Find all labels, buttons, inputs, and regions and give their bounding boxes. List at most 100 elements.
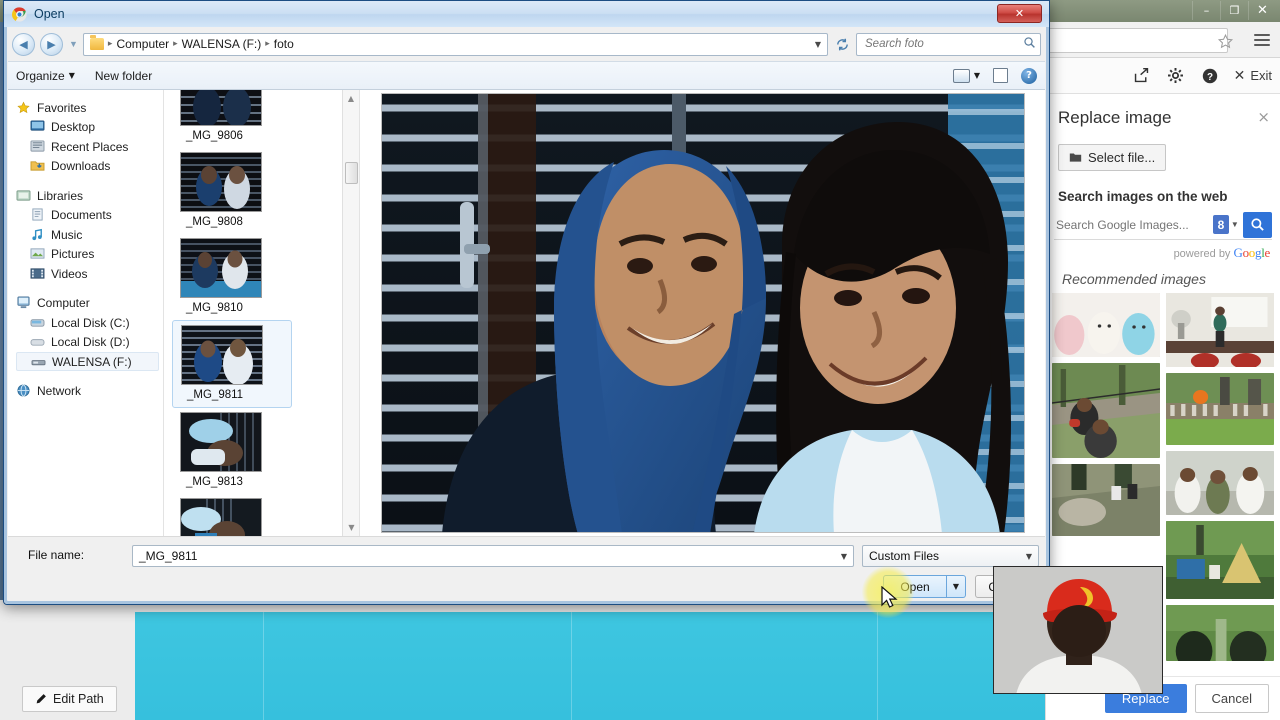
file-list-item[interactable]: _MG_9808 bbox=[164, 148, 342, 234]
breadcrumb-item-folder[interactable]: foto bbox=[274, 37, 294, 51]
gear-icon[interactable] bbox=[1166, 66, 1186, 86]
breadcrumb-item-drive[interactable]: WALENSA (F:) bbox=[182, 37, 262, 51]
recommended-thumbnail[interactable] bbox=[1166, 373, 1274, 445]
sidebar-item-local-disk-d[interactable]: Local Disk (D:) bbox=[8, 333, 163, 353]
folder-icon bbox=[89, 35, 104, 50]
dialog-titlebar: Open ✕ bbox=[4, 1, 1049, 27]
sidebar-item-documents[interactable]: Documents bbox=[8, 206, 163, 226]
app-toolbar: ? ✕ Exit bbox=[1045, 58, 1280, 94]
sidebar-item-walensa-f[interactable]: WALENSA (F:) bbox=[16, 352, 159, 371]
share-icon[interactable] bbox=[1132, 66, 1152, 86]
panel-close-icon[interactable]: × bbox=[1257, 108, 1270, 126]
nav-header-computer[interactable]: Computer bbox=[8, 294, 163, 314]
nav-header-favorites[interactable]: Favorites bbox=[8, 98, 163, 118]
file-name-value: _MG_9811 bbox=[139, 549, 198, 563]
file-list-item[interactable]: _MG_9815 bbox=[164, 494, 342, 536]
minimize-button[interactable]: – bbox=[1192, 1, 1220, 20]
star-icon[interactable] bbox=[1217, 33, 1234, 50]
file-list-pane[interactable]: _MG_9806 _MG_9808 _MG_9810 _MG_9811 _MG_… bbox=[164, 90, 360, 536]
select-file-button[interactable]: Select file... bbox=[1058, 144, 1167, 171]
file-list-item-selected[interactable]: _MG_9811 bbox=[172, 320, 292, 408]
music-icon bbox=[30, 228, 45, 242]
recommended-thumbnail[interactable] bbox=[1166, 521, 1274, 599]
chevron-down-icon[interactable]: ▼ bbox=[841, 552, 847, 561]
open-dropdown-arrow-icon[interactable]: ▼ bbox=[947, 575, 966, 598]
file-list-item[interactable]: _MG_9810 bbox=[164, 234, 342, 320]
navigation-pane: Favorites Desktop Recent Places Download… bbox=[8, 90, 164, 536]
file-thumbnail bbox=[180, 90, 262, 126]
recommended-thumbnail[interactable] bbox=[1052, 464, 1160, 536]
preview-pane-icon[interactable] bbox=[993, 68, 1008, 83]
close-window-button[interactable]: ✕ bbox=[1248, 1, 1276, 20]
file-list-item[interactable]: _MG_9806 bbox=[164, 90, 342, 148]
file-thumbnail bbox=[181, 325, 263, 385]
view-options-button[interactable]: ▼ bbox=[952, 68, 980, 83]
google-plus-badge-icon[interactable]: 8 bbox=[1213, 215, 1229, 234]
dialog-toolbar: Organize ▼ New folder ▼ ? bbox=[8, 61, 1045, 90]
mouse-cursor bbox=[881, 586, 898, 608]
breadcrumb-item-computer[interactable]: Computer bbox=[116, 37, 169, 51]
file-name-input[interactable]: _MG_9811 ▼ bbox=[132, 545, 854, 567]
new-folder-button[interactable]: New folder bbox=[95, 69, 152, 83]
file-thumbnail bbox=[180, 498, 262, 536]
help-icon[interactable]: ? bbox=[1021, 67, 1037, 84]
file-items: _MG_9806 _MG_9808 _MG_9810 _MG_9811 _MG_… bbox=[164, 90, 342, 536]
chevron-down-icon[interactable]: ▼ bbox=[815, 40, 821, 49]
downloads-icon bbox=[30, 159, 45, 173]
sidebar-item-local-disk-c[interactable]: Local Disk (C:) bbox=[8, 313, 163, 333]
breadcrumb-separator: ▸ bbox=[107, 39, 113, 49]
file-list-item[interactable]: _MG_9813 bbox=[164, 408, 342, 494]
select-file-label: Select file... bbox=[1088, 150, 1156, 165]
sidebar-item-desktop[interactable]: Desktop bbox=[8, 118, 163, 138]
nav-label: WALENSA (F:) bbox=[52, 354, 132, 369]
folder-search-input[interactable] bbox=[863, 37, 1023, 51]
sidebar-item-recent-places[interactable]: Recent Places bbox=[8, 137, 163, 157]
sidebar-item-music[interactable]: Music bbox=[8, 225, 163, 245]
recommended-thumbnail[interactable] bbox=[1052, 293, 1160, 357]
folder-search-box[interactable] bbox=[856, 32, 1041, 56]
file-list-scrollbar[interactable]: ▲ ▼ bbox=[342, 90, 359, 536]
maximize-button[interactable]: ❐ bbox=[1220, 1, 1248, 20]
exit-button[interactable]: ✕ Exit bbox=[1234, 68, 1272, 84]
hamburger-menu-icon[interactable] bbox=[1254, 34, 1270, 48]
nav-label: Music bbox=[51, 227, 83, 242]
search-icon[interactable] bbox=[1242, 211, 1272, 238]
organize-menu-button[interactable]: Organize ▼ bbox=[16, 69, 75, 83]
chevron-down-icon: ▼ bbox=[973, 71, 980, 80]
file-name-label: _MG_9806 bbox=[186, 130, 243, 142]
nav-header-network[interactable]: Network bbox=[8, 381, 163, 401]
history-dropdown-icon[interactable]: ▼ bbox=[69, 39, 78, 49]
file-name-label: _MG_9813 bbox=[186, 476, 243, 488]
exit-label: Exit bbox=[1250, 68, 1272, 83]
address-bar[interactable] bbox=[1045, 28, 1228, 53]
scrollbar-thumb[interactable] bbox=[345, 162, 358, 184]
nav-label: Videos bbox=[51, 266, 88, 281]
sidebar-item-downloads[interactable]: Downloads bbox=[8, 157, 163, 177]
back-button[interactable]: ◀ bbox=[12, 32, 35, 56]
scroll-down-arrow-icon[interactable]: ▼ bbox=[343, 519, 359, 536]
chevron-down-icon[interactable]: ▼ bbox=[1231, 220, 1239, 229]
scroll-up-arrow-icon[interactable]: ▲ bbox=[343, 90, 359, 107]
search-icon bbox=[1023, 36, 1036, 52]
sidebar-item-pictures[interactable]: Pictures bbox=[8, 245, 163, 265]
pencil-icon bbox=[36, 694, 46, 704]
help-icon[interactable]: ? bbox=[1200, 66, 1220, 86]
panel-cancel-button[interactable]: Cancel bbox=[1194, 684, 1269, 713]
recommended-thumbnail[interactable] bbox=[1166, 293, 1274, 367]
refresh-icon[interactable] bbox=[833, 33, 851, 56]
nav-header-libraries[interactable]: Libraries bbox=[8, 186, 163, 206]
powered-by-google: powered by Google bbox=[1046, 240, 1280, 261]
recommended-thumbnail[interactable] bbox=[1166, 605, 1274, 661]
webcam-overlay bbox=[993, 566, 1163, 694]
chevron-down-icon: ▼ bbox=[68, 71, 75, 80]
recommended-thumbnail[interactable] bbox=[1052, 363, 1160, 458]
forward-button[interactable]: ▶ bbox=[40, 32, 63, 56]
file-type-select[interactable]: Custom Files ▼ bbox=[862, 545, 1039, 567]
sidebar-item-videos[interactable]: Videos bbox=[8, 264, 163, 284]
recommended-thumbnail[interactable] bbox=[1166, 451, 1274, 515]
edit-path-button[interactable]: Edit Path bbox=[22, 686, 117, 712]
chevron-down-icon[interactable]: ▼ bbox=[1026, 552, 1032, 561]
breadcrumb-address-bar[interactable]: ▸ Computer ▸ WALENSA (F:) ▸ foto ▼ bbox=[82, 32, 828, 56]
dialog-close-button[interactable]: ✕ bbox=[997, 4, 1042, 23]
google-image-search-input[interactable] bbox=[1054, 216, 1213, 233]
